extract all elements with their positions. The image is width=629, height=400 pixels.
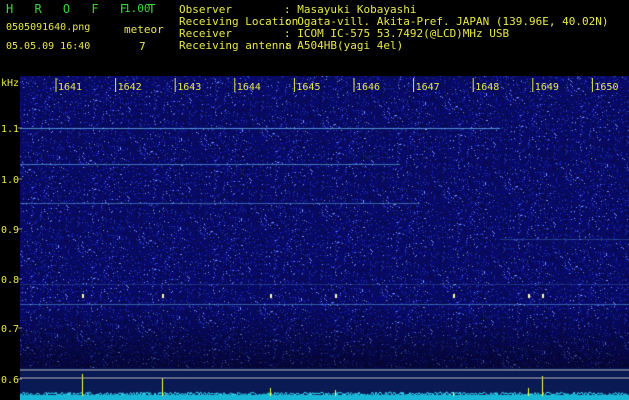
time-tick-label: 1641 [58, 82, 82, 93]
time-tick-label: 1644 [237, 82, 261, 93]
time-tick-label: 1642 [118, 82, 142, 93]
freq-tick-label: 0.7 [1, 324, 19, 335]
time-tick-label: 1645 [296, 82, 320, 93]
time-tick-label: 1648 [475, 82, 499, 93]
time-tick-label: 1649 [535, 82, 559, 93]
freq-tick-label: 0.9 [1, 225, 19, 236]
freq-tick-label: 1.1 [1, 124, 19, 135]
time-tick-label: 1643 [177, 82, 201, 93]
spectrogram-axes: kHz 1.1 1.0 0.9 0.8 0.7 0.6 1641 1642 1643 1644 164… [1, 78, 629, 386]
freq-tick-label: 1.0 [1, 175, 19, 186]
freq-tick-label: 0.8 [1, 275, 19, 286]
freq-unit-label: kHz [1, 78, 19, 89]
time-tick-label: 1647 [416, 82, 440, 93]
time-tick-label: 1646 [356, 82, 380, 93]
freq-tick-label: 0.6 [1, 375, 19, 386]
time-tick-label: 1650 [594, 82, 618, 93]
